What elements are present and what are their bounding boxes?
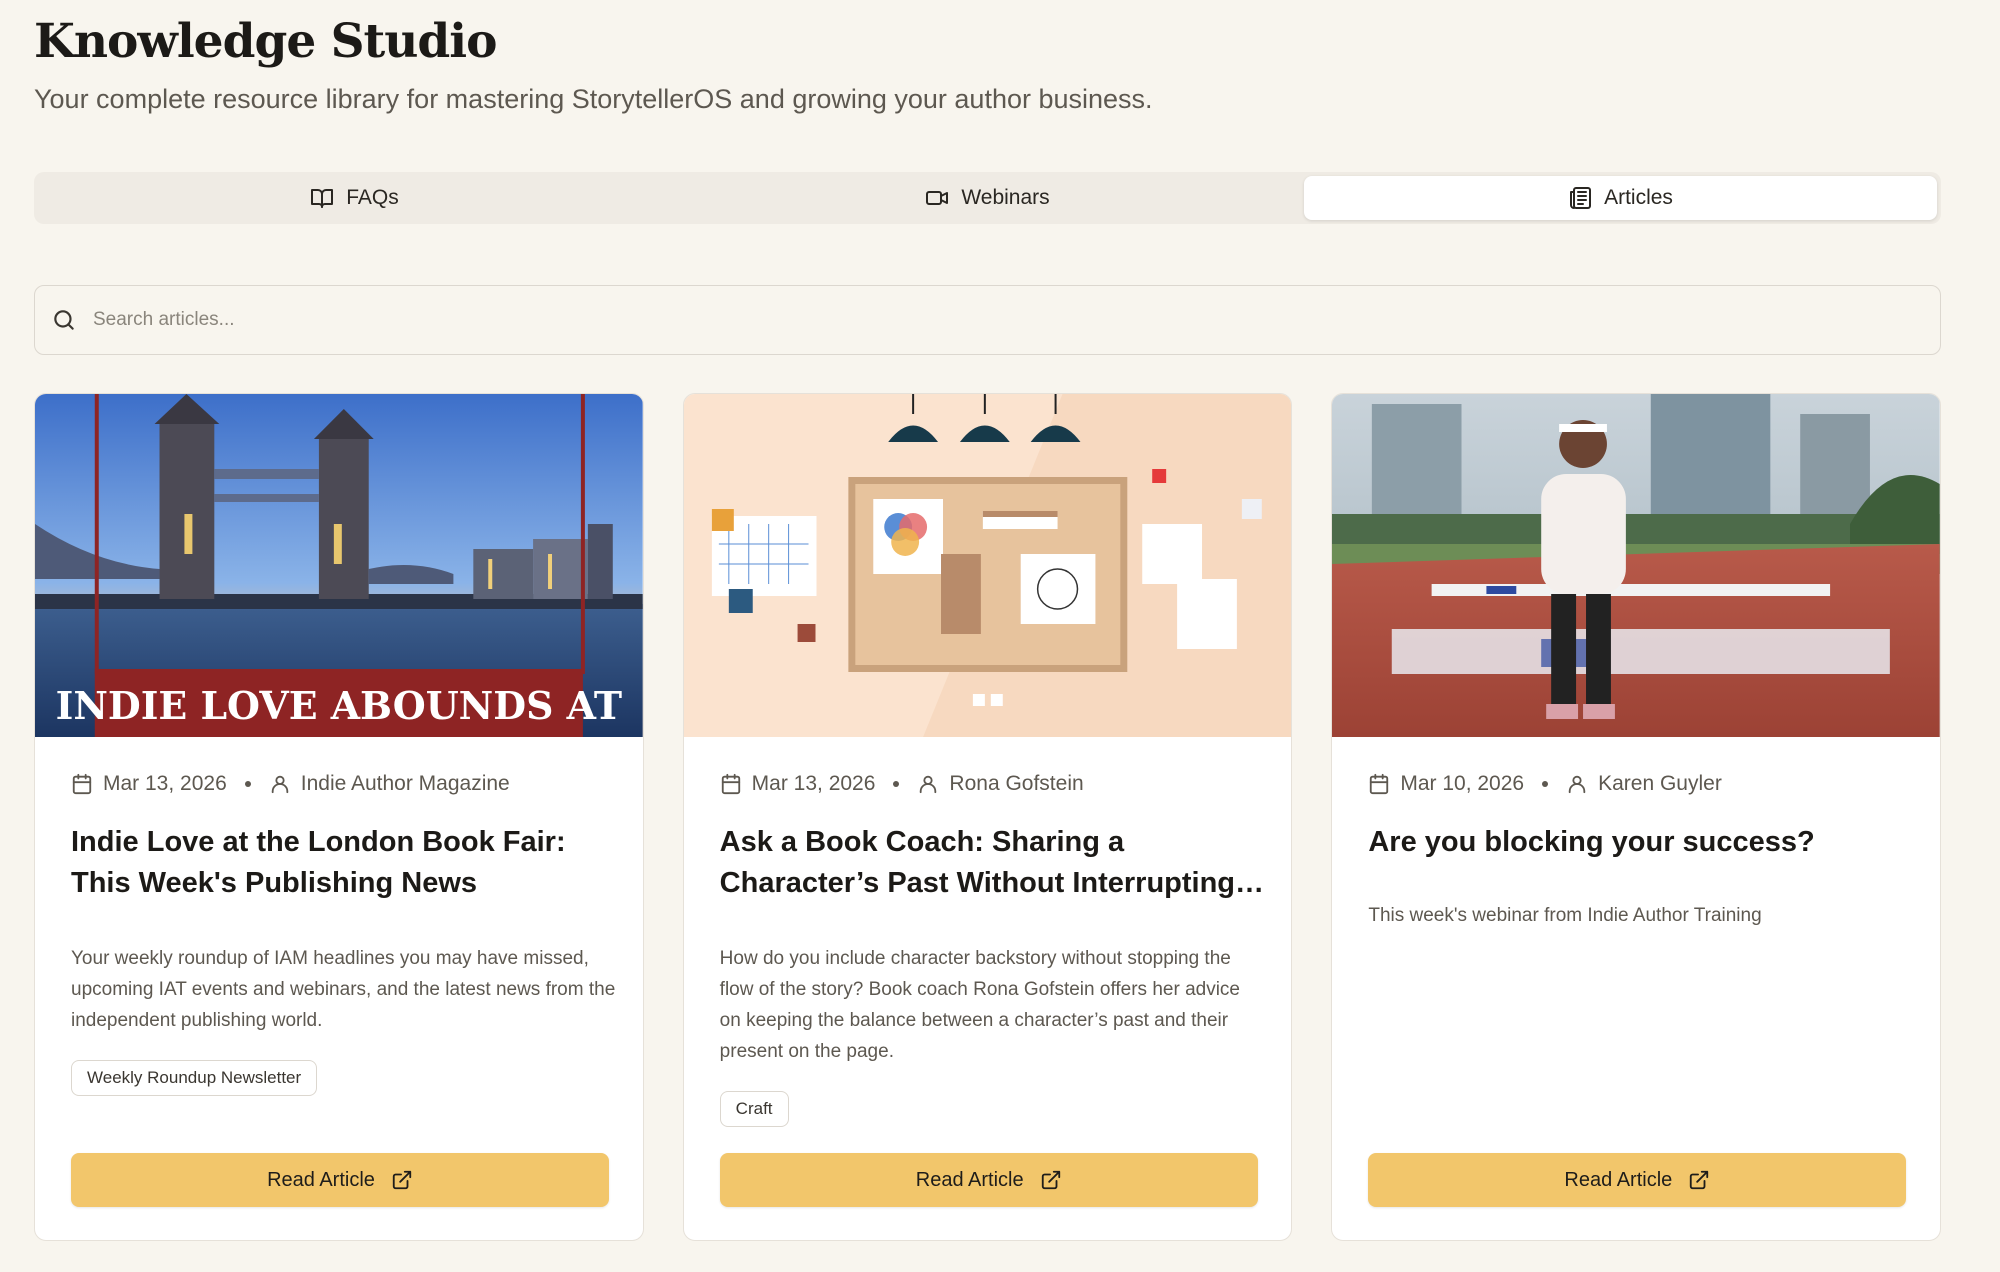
tab-articles-label: Articles [1604, 186, 1673, 209]
user-icon [920, 775, 937, 794]
tab-webinars[interactable]: Webinars [671, 176, 1304, 220]
calendar-icon [721, 773, 740, 795]
external-link-icon [392, 1170, 412, 1190]
article-meta: Mar 13, 2026 Indie Author Magazine [71, 772, 510, 796]
corkboard-illustration [683, 394, 1292, 737]
tab-webinars-label: Webinars [961, 186, 1050, 209]
separator-dot [244, 781, 251, 787]
article-card: INDIE LOVE ABOUNDS AT Mar 13, 2026 Indie… [34, 393, 644, 1241]
article-title[interactable]: Ask a Book Coach: Sharing a Character’s … [720, 822, 1265, 904]
article-tag: Craft [719, 1091, 789, 1127]
tab-faqs-label: FAQs [346, 186, 399, 209]
article-description: How do you include character backstory w… [719, 948, 1240, 1062]
calendar-icon [72, 773, 92, 795]
read-article-label: Read Article [1564, 1168, 1673, 1191]
article-image [1332, 394, 1941, 737]
user-icon [271, 775, 288, 794]
article-meta: Mar 13, 2026 Rona Gofstein [720, 772, 1084, 796]
article-card: Mar 13, 2026 Rona Gofstein Ask a Book Co… [682, 393, 1293, 1241]
article-image [683, 394, 1292, 737]
banner-text: INDIE LOVE ABOUNDS AT [56, 683, 622, 728]
article-author: Karen Guyler [1598, 772, 1722, 795]
tab-articles[interactable]: Articles [1304, 176, 1937, 220]
search-bar [34, 285, 1941, 355]
separator-dot [893, 781, 900, 787]
video-camera-icon [926, 191, 949, 205]
read-article-button[interactable]: Read Article [1368, 1153, 1907, 1207]
article-author: Indie Author Magazine [300, 772, 510, 795]
article-title[interactable]: Indie Love at the London Book Fair: This… [71, 822, 616, 904]
user-icon [1568, 775, 1586, 794]
page-subtitle: Your complete resource library for maste… [34, 84, 1153, 114]
tab-bar: FAQs Webinars Articles [34, 172, 1941, 224]
hurdle-runner-photo [1332, 394, 1941, 737]
separator-dot [1542, 781, 1549, 787]
page-title: Knowledge Studio [34, 14, 497, 69]
newspaper-icon [1570, 187, 1592, 209]
article-grid: INDIE LOVE ABOUNDS AT Mar 13, 2026 Indie… [34, 393, 1942, 1241]
tab-faqs[interactable]: FAQs [38, 176, 671, 220]
book-open-icon [311, 189, 334, 208]
external-link-icon [1041, 1170, 1060, 1190]
article-card: Mar 10, 2026 Karen Guyler Are you blocki… [1331, 393, 1942, 1241]
calendar-icon [1370, 773, 1389, 795]
article-date: Mar 10, 2026 [1400, 772, 1525, 795]
article-description: This week's webinar from Indie Author Tr… [1368, 905, 1762, 926]
search-input[interactable] [93, 309, 1793, 331]
article-image: INDIE LOVE ABOUNDS AT [35, 394, 643, 737]
article-author: Rona Gofstein [949, 772, 1084, 795]
article-date: Mar 13, 2026 [751, 772, 876, 795]
search-icon [54, 310, 74, 330]
article-title[interactable]: Are you blocking your success? [1368, 822, 1913, 863]
read-article-button[interactable]: Read Article [719, 1153, 1258, 1207]
external-link-icon [1690, 1170, 1709, 1190]
article-description: Your weekly roundup of IAM headlines you… [71, 948, 616, 1031]
article-tag: Weekly Roundup Newsletter [71, 1060, 318, 1096]
read-article-button[interactable]: Read Article [71, 1153, 609, 1207]
london-tower-bridge-image: INDIE LOVE ABOUNDS AT [35, 394, 643, 737]
article-date: Mar 13, 2026 [103, 772, 227, 795]
article-meta: Mar 10, 2026 Karen Guyler [1368, 772, 1722, 796]
read-article-label: Read Article [267, 1168, 375, 1191]
read-article-label: Read Article [915, 1168, 1024, 1191]
